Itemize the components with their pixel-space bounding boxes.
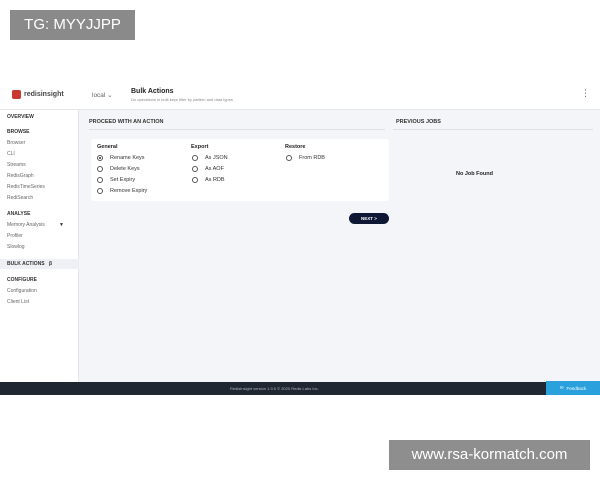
chevron-down-icon: ⌄: [107, 92, 113, 99]
feedback-button[interactable]: ✉ Feedback: [546, 381, 600, 395]
previous-jobs-heading: PREVIOUS JOBS: [396, 119, 441, 125]
sidebar-item-streams[interactable]: Streams: [7, 162, 26, 168]
option-as-rdb[interactable]: As RDB: [192, 177, 225, 183]
sidebar-item-profiler[interactable]: Profiler: [7, 233, 23, 239]
app-window: redisinsight local ⌄ Bulk Actions Do ope…: [0, 83, 600, 395]
watermark-top: TG: MYYJJPP: [10, 10, 135, 40]
sidebar-item-configuration[interactable]: Configuration: [7, 288, 37, 294]
more-options-icon[interactable]: ⋮: [581, 89, 590, 98]
database-select[interactable]: local ⌄: [92, 91, 113, 99]
option-as-json[interactable]: As JSON: [192, 155, 228, 161]
option-set-expiry[interactable]: Set Expiry: [97, 177, 135, 183]
redis-logo-icon: [12, 90, 21, 99]
watermark-bottom: www.rsa-kormatch.com: [389, 440, 590, 470]
no-job-message: No Job Found: [456, 171, 493, 177]
option-delete-keys[interactable]: Delete Keys: [97, 166, 140, 172]
proceed-panel: PROCEED WITH AN ACTION General Rename Ke…: [85, 116, 389, 256]
option-label: Delete Keys: [110, 166, 140, 172]
sidebar-item-redisgraph[interactable]: RedisGraph: [7, 173, 34, 179]
sidebar-section-browse: BROWSE: [7, 129, 30, 135]
next-button[interactable]: NEXT >: [349, 213, 389, 224]
logo[interactable]: redisinsight: [12, 90, 64, 99]
option-label: Set Expiry: [110, 177, 136, 183]
app-header: redisinsight local ⌄ Bulk Actions Do ope…: [0, 83, 600, 110]
option-remove-expiry[interactable]: Remove Expiry: [97, 188, 147, 194]
footer-version: RedisInsight version 1.9.0 © 2020 Redis …: [230, 386, 319, 391]
radio-icon[interactable]: [192, 166, 198, 172]
sidebar-item-browser[interactable]: Browser: [7, 140, 25, 146]
footer: RedisInsight version 1.9.0 © 2020 Redis …: [0, 381, 600, 395]
radio-icon[interactable]: [97, 166, 103, 172]
sidebar-section-configure: CONFIGURE: [7, 277, 37, 283]
beta-icon: β: [48, 261, 53, 267]
logo-text: redisinsight: [24, 91, 64, 98]
radio-icon[interactable]: [286, 155, 292, 161]
export-title: Export: [191, 144, 209, 150]
sidebar: OVERVIEW BROWSE Browser CLI Streams Redi…: [0, 110, 79, 382]
option-label: As JSON: [205, 155, 228, 161]
sidebar-item-redisearch[interactable]: RediSearch: [7, 195, 33, 201]
sidebar-item-label: BULK ACTIONS: [7, 261, 45, 267]
radio-icon[interactable]: [192, 155, 198, 161]
sidebar-item-redistimeseries[interactable]: RedisTimeSeries: [7, 184, 45, 190]
option-label: Remove Expiry: [110, 188, 148, 194]
sidebar-item-cli[interactable]: CLI: [7, 151, 15, 157]
radio-icon[interactable]: [192, 177, 198, 183]
caret-down-icon[interactable]: ▼: [59, 222, 64, 228]
chat-icon: ✉: [559, 385, 564, 390]
option-label: As RDB: [205, 177, 225, 183]
sidebar-item-overview[interactable]: OVERVIEW: [7, 114, 34, 120]
option-label: As AOF: [205, 166, 224, 172]
sidebar-item-memory-analysis[interactable]: Memory Analysis: [7, 222, 45, 228]
page-title: Bulk Actions: [131, 88, 174, 95]
page-subtitle: Do operations in bulk keys filter by pat…: [131, 97, 233, 102]
restore-title: Restore: [285, 144, 306, 150]
option-rename-keys[interactable]: Rename Keys: [97, 155, 145, 161]
database-select-value: local: [92, 92, 106, 99]
general-title: General: [97, 144, 118, 150]
radio-icon[interactable]: [97, 177, 103, 183]
action-options-card: General Rename Keys Delete Keys Set Expi…: [91, 139, 389, 201]
option-label: Rename Keys: [110, 155, 145, 161]
option-from-rdb[interactable]: From RDB: [286, 155, 325, 161]
sidebar-item-bulk-actions[interactable]: BULK ACTIONS β: [0, 259, 79, 269]
sidebar-section-analyse: ANALYSE: [7, 211, 31, 217]
sidebar-item-client-list[interactable]: Client List: [7, 299, 29, 305]
radio-checked-icon[interactable]: [97, 155, 103, 161]
feedback-label: Feedback: [566, 385, 587, 391]
option-label: From RDB: [299, 155, 325, 161]
radio-icon[interactable]: [97, 188, 103, 194]
divider: [89, 129, 385, 130]
option-as-aof[interactable]: As AOF: [192, 166, 224, 172]
proceed-heading: PROCEED WITH AN ACTION: [89, 119, 164, 125]
divider: [393, 129, 593, 130]
sidebar-item-slowlog[interactable]: Slowlog: [7, 244, 25, 250]
